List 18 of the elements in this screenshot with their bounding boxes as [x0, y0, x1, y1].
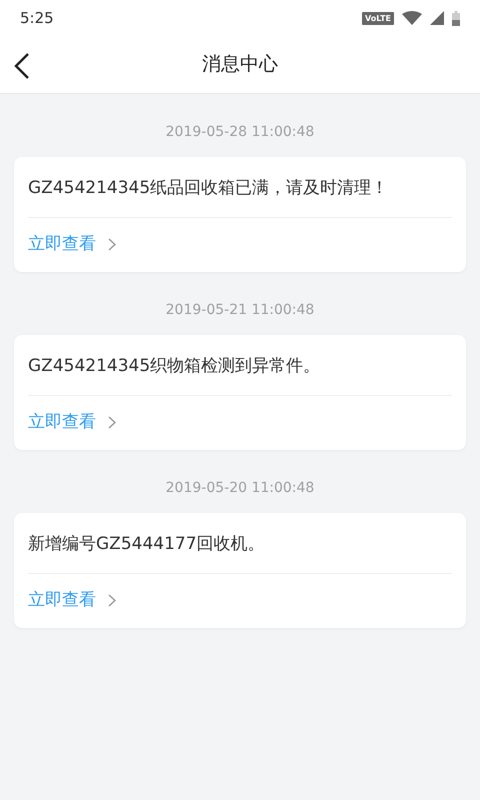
message-time: 2019-05-21 11:00:48 [166, 302, 314, 318]
chevron-right-icon [108, 594, 116, 606]
view-link[interactable]: 立即查看 [28, 396, 116, 450]
page-title: 消息中心 [202, 52, 278, 78]
message-text: GZ454214345织物箱检测到异常件。 [28, 356, 320, 376]
volte-badge: VoLTE [362, 12, 394, 24]
view-link[interactable]: 立即查看 [28, 574, 116, 628]
message-text: GZ454214345纸品回收箱已满，请及时清理！ [28, 178, 388, 198]
message-text: 新增编号GZ5444177回收机。 [28, 534, 265, 554]
view-link[interactable]: 立即查看 [28, 218, 116, 272]
chevron-right-icon [108, 238, 116, 250]
chevron-right-icon [108, 416, 116, 428]
message-time: 2019-05-20 11:00:48 [166, 480, 314, 496]
wifi-icon [402, 11, 422, 25]
battery-icon [452, 10, 460, 26]
message-time: 2019-05-28 11:00:48 [166, 124, 314, 140]
status-time: 5:25 [20, 8, 54, 29]
signal-icon [430, 11, 444, 25]
